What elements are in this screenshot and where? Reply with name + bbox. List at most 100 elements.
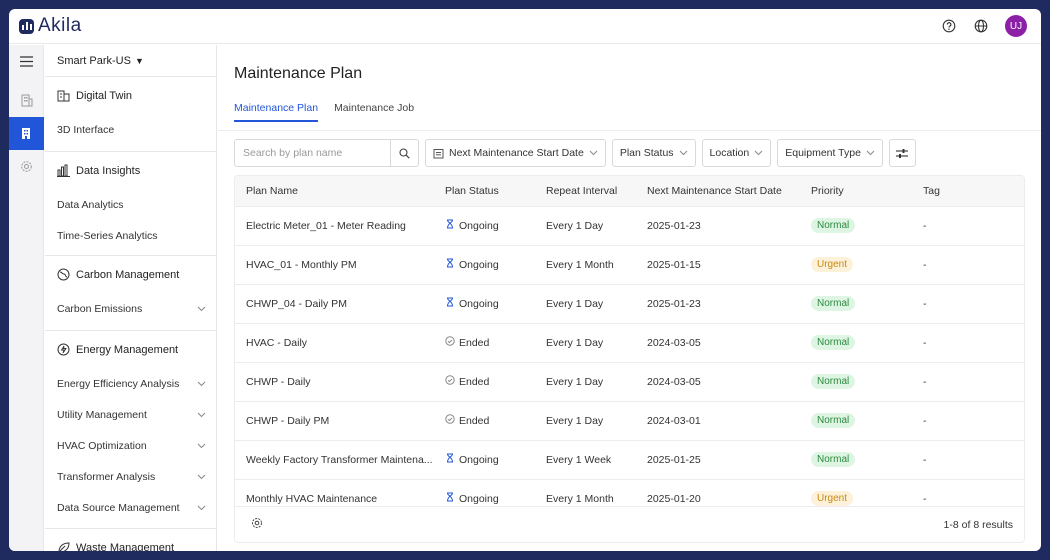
- menu-group-data-insights[interactable]: Data Insights: [45, 152, 216, 189]
- check-circle-icon: [445, 375, 455, 388]
- hourglass-icon: [445, 453, 455, 466]
- app-window: Akila UJ Smart Park-US ▼ Digital Twin 3D…: [9, 9, 1041, 551]
- filter-label: Plan Status: [619, 147, 674, 159]
- chevron-down-icon: [589, 148, 598, 158]
- menu-item-utility-management[interactable]: Utility Management: [45, 399, 216, 430]
- chevron-down-icon: [197, 440, 206, 452]
- priority-badge: Normal: [811, 452, 856, 467]
- filter-location[interactable]: Location: [701, 139, 772, 167]
- plan-name-cell[interactable]: HVAC_01 - Monthly PM: [235, 244, 434, 284]
- filter-equipment-type[interactable]: Equipment Type: [777, 139, 883, 167]
- plan-name-cell[interactable]: HVAC - Daily: [235, 322, 434, 362]
- table-row[interactable]: CHWP_04 - Daily PM Ongoing Every 1 Day 2025…: [235, 283, 1024, 323]
- table-row[interactable]: Weekly Factory Transformer Maintena... On…: [235, 439, 1024, 479]
- priority-cell: Normal: [800, 283, 912, 323]
- repeat-interval-cell: Every 1 Day: [535, 400, 636, 440]
- main-content: Maintenance Plan Maintenance Plan Mainte…: [218, 45, 1041, 551]
- globe-icon[interactable]: [973, 18, 989, 34]
- plan-name-cell[interactable]: Weekly Factory Transformer Maintena...: [235, 439, 434, 479]
- building-active-icon[interactable]: [9, 117, 44, 150]
- check-circle-icon: [445, 336, 455, 349]
- search-input[interactable]: [235, 140, 390, 166]
- menu-group-title: Carbon Management: [76, 268, 180, 281]
- column-header[interactable]: Priority: [800, 176, 912, 206]
- next-date-cell: 2024-03-05: [636, 322, 800, 362]
- table-row[interactable]: HVAC_01 - Monthly PM Ongoing Every 1 Month…: [235, 244, 1024, 284]
- menu-item-data-analytics[interactable]: Data Analytics: [45, 189, 216, 220]
- menu-group-digital-twin[interactable]: Digital Twin: [45, 77, 216, 114]
- status-label: Ended: [459, 414, 490, 427]
- filter-bar: Next Maintenance Start Date Plan Status …: [234, 139, 916, 167]
- filter-plan-status[interactable]: Plan Status: [611, 139, 696, 167]
- caret-down-icon: ▼: [134, 55, 144, 66]
- plan-status-cell: Ended: [434, 361, 535, 401]
- calendar-icon: [433, 148, 444, 158]
- chevron-down-icon: [197, 471, 206, 483]
- plan-status-cell: Ongoing: [434, 439, 535, 479]
- menu-item-label: Data Source Management: [57, 501, 180, 514]
- table-row[interactable]: CHWP - Daily PM Ended Every 1 Day 2024-03-0…: [235, 400, 1024, 440]
- energy-icon: [57, 343, 70, 356]
- menu-item-label: Transformer Analysis: [57, 470, 156, 483]
- tab-maintenance-job[interactable]: Maintenance Job: [334, 102, 414, 122]
- column-header[interactable]: Next Maintenance Start Date: [636, 176, 800, 206]
- status-label: Ongoing: [459, 219, 499, 232]
- settings-icon[interactable]: [9, 150, 44, 183]
- building-icon[interactable]: [9, 84, 44, 117]
- menu-item-3d-interface[interactable]: 3D Interface: [45, 114, 216, 145]
- menu-item-data-source-management[interactable]: Data Source Management: [45, 492, 216, 523]
- search-button[interactable]: [390, 140, 418, 166]
- tab-maintenance-plan[interactable]: Maintenance Plan: [234, 102, 319, 122]
- menu-item-time-series-analytics[interactable]: Time-Series Analytics: [45, 220, 216, 251]
- plan-name-cell[interactable]: Electric Meter_01 - Meter Reading: [235, 205, 434, 245]
- search-box: [234, 139, 419, 167]
- plan-name-cell[interactable]: CHWP - Daily PM: [235, 400, 434, 440]
- results-count: 1-8 of 8 results: [943, 518, 1013, 531]
- filter-next-maintenance-date[interactable]: Next Maintenance Start Date: [425, 139, 606, 167]
- logo[interactable]: Akila: [19, 15, 82, 37]
- table-row[interactable]: HVAC - Daily Ended Every 1 Day 2024-03-05 No…: [235, 322, 1024, 362]
- priority-badge: Normal: [811, 374, 856, 389]
- column-header[interactable]: Plan Name: [235, 176, 434, 206]
- priority-badge: Normal: [811, 335, 856, 350]
- priority-badge: Urgent: [811, 491, 854, 507]
- help-icon[interactable]: [941, 18, 957, 34]
- priority-badge: Normal: [811, 218, 856, 233]
- tag-cell: -: [912, 283, 1024, 323]
- menu-group-title: Energy Management: [76, 343, 179, 356]
- next-date-cell: 2024-03-01: [636, 400, 800, 440]
- priority-cell: Normal: [800, 361, 912, 401]
- next-date-cell: 2024-03-05: [636, 361, 800, 401]
- tag-cell: -: [912, 361, 1024, 401]
- menu-item-carbon-emissions[interactable]: Carbon Emissions: [45, 293, 216, 324]
- menu-item-energy-efficiency-analysis[interactable]: Energy Efficiency Analysis: [45, 368, 216, 399]
- hourglass-icon: [445, 492, 455, 505]
- side-menu: Smart Park-US ▼ Digital Twin 3D Interfac…: [45, 45, 217, 551]
- menu-group-carbon-management[interactable]: Carbon Management: [45, 256, 216, 293]
- menu-group-title: Data Insights: [76, 164, 141, 177]
- table-header-row: Plan Name Plan Status Repeat Interval Ne…: [235, 176, 1024, 206]
- avatar[interactable]: UJ: [1005, 15, 1027, 37]
- column-header[interactable]: Plan Status: [434, 176, 535, 206]
- plan-name-cell[interactable]: CHWP - Daily: [235, 361, 434, 401]
- filter-label: Equipment Type: [785, 147, 861, 159]
- priority-cell: Normal: [800, 322, 912, 362]
- hourglass-icon: [445, 219, 455, 232]
- table-row[interactable]: CHWP - Daily Ended Every 1 Day 2024-03-05 No…: [235, 361, 1024, 401]
- settings-icon[interactable]: [251, 517, 263, 532]
- menu-item-label: Energy Efficiency Analysis: [57, 377, 180, 390]
- column-header[interactable]: Tag: [912, 176, 1024, 206]
- site-name: Smart Park-US: [57, 54, 131, 67]
- site-selector[interactable]: Smart Park-US ▼: [45, 45, 216, 77]
- advanced-filter-button[interactable]: [888, 139, 916, 167]
- menu-icon[interactable]: [9, 45, 44, 78]
- next-date-cell: 2025-01-15: [636, 244, 800, 284]
- table-row[interactable]: Electric Meter_01 - Meter Reading Ongoing…: [235, 205, 1024, 245]
- column-header[interactable]: Repeat Interval: [535, 176, 636, 206]
- menu-item-hvac-optimization[interactable]: HVAC Optimization: [45, 430, 216, 461]
- menu-item-transformer-analysis[interactable]: Transformer Analysis: [45, 461, 216, 492]
- menu-group-waste-management[interactable]: Waste Management: [45, 529, 216, 551]
- plan-name-cell[interactable]: CHWP_04 - Daily PM: [235, 283, 434, 323]
- menu-group-energy-management[interactable]: Energy Management: [45, 331, 216, 368]
- menu-item-label: HVAC Optimization: [57, 439, 147, 452]
